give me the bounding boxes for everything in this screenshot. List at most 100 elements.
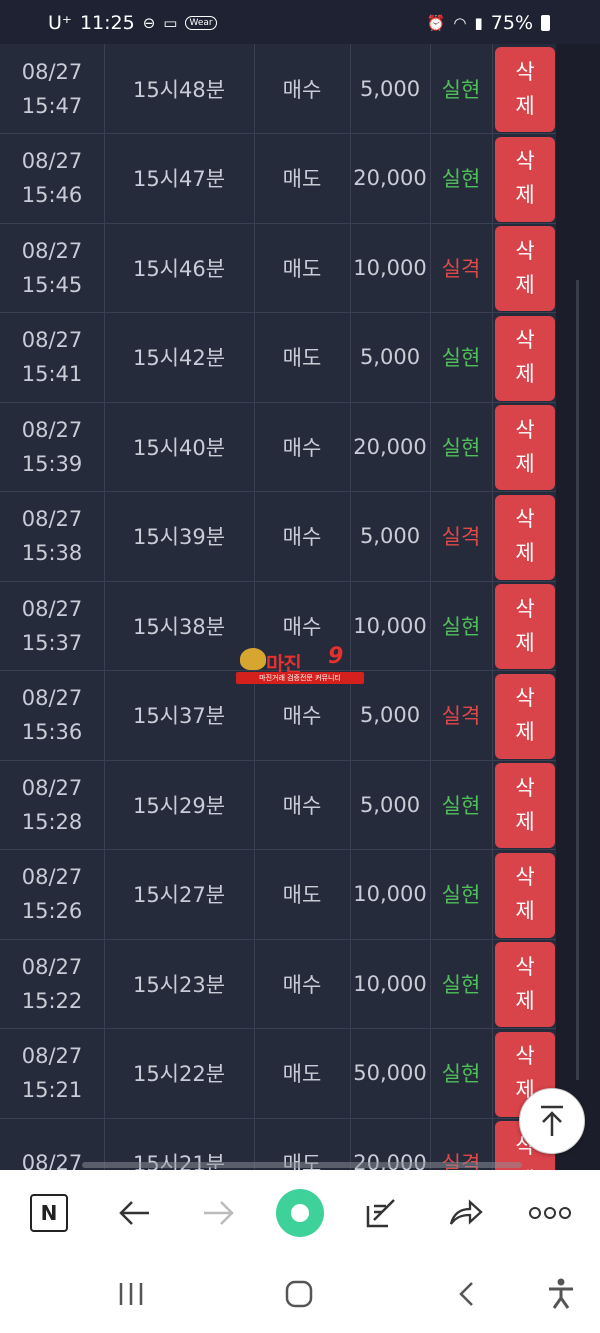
forward-arrow-icon [204,1201,234,1225]
delete-cell: 삭제 [494,134,556,223]
green-dot-button[interactable] [275,1188,325,1238]
round-time-cell: 15시46분 [132,256,226,281]
trade-type-cell: 매수 [282,435,322,460]
delete-label-bottom: 제 [515,721,535,744]
round-time-cell: 15시37분 [132,704,226,728]
clock-time-label: 15:46 [21,183,83,207]
delete-cell: 삭제 [494,671,556,760]
trade-type-cell: 매도 [282,1062,322,1086]
column-divider [492,312,493,402]
date-label: 08/27 [21,1044,83,1068]
clock-time-label: 15:22 [21,988,83,1013]
round-time-cell: 15시23분 [132,972,226,997]
trade-type-cell: 매도 [282,883,322,907]
date-label: 08/27 [21,686,83,710]
result-cell: 실현 [441,167,481,191]
amount-cell: 5,000 [359,345,421,369]
recent-apps-button[interactable] [106,1269,156,1319]
delete-button[interactable]: 삭제 [495,405,555,490]
delete-label-top: 삭 [515,1045,535,1068]
date-cell: 08/27 15:26 [0,850,104,939]
table-row: 08/27 15:21 15시22분 매도 50,000 실현 삭 제 [0,1028,556,1119]
back-button[interactable] [110,1188,160,1238]
column-divider [492,491,493,581]
amount-cell: 20,000 [353,166,427,190]
date-cell: 08/27 15:46 [0,134,104,223]
delete-label-top: 삭 [515,239,535,263]
amount-cell: 50,000 [353,1061,427,1085]
delete-button[interactable]: 삭제 [495,136,555,222]
delete-cell: 삭제 [494,850,556,939]
delete-label-top: 삭 [515,776,535,800]
column-divider [492,670,493,760]
delete-button[interactable]: 삭제 [495,315,555,401]
delete-label-bottom: 제 [515,631,535,655]
delete-button[interactable]: 삭제 [495,942,555,1027]
result-cell: 실격 [441,525,481,549]
table-row: 08/27 15:22 15시23분 매수 10,000 실현 삭 제 [0,939,556,1029]
delete-label-top: 삭 [515,597,535,621]
forward-button[interactable] [193,1188,243,1238]
round-time-cell: 15시40분 [132,435,226,460]
delete-label-top: 삭 [515,687,535,710]
date-cell: 08/27 15:21 [0,1029,104,1118]
delete-button[interactable]: 삭제 [495,494,555,580]
result-cell: 실현 [441,346,481,370]
share-button[interactable] [441,1188,491,1238]
clock-time-label: 15:28 [21,809,83,834]
delete-button[interactable]: 삭제 [495,584,555,669]
more-icon [529,1207,571,1219]
round-time-cell: 15시27분 [132,883,226,907]
date-cell: 08/27 15:41 [0,313,104,402]
status-bar: U⁺ 11:25 ⊖ ▭ Wear ⏰ ◠ ▮ 75% [0,0,600,44]
delete-label-bottom: 제 [515,989,535,1013]
delete-label-bottom: 제 [515,900,535,923]
delete-label-top: 삭 [515,508,535,531]
home-icon [285,1280,313,1308]
clock-time-label: 15:26 [21,899,83,923]
trade-type-cell: 매도 [282,256,322,281]
system-back-button[interactable] [442,1269,492,1319]
delete-label-bottom: 제 [515,273,535,297]
accessibility-button[interactable] [536,1269,586,1319]
trade-type-cell: 매수 [282,525,322,549]
column-divider [492,939,493,1028]
column-divider [492,44,493,133]
date-label: 08/27 [21,596,83,621]
back-arrow-icon [119,1201,149,1225]
arrow-up-icon [541,1105,563,1136]
watermark-logo: 마진 9 마진거래 검증전문 커뮤니티 [236,644,366,684]
tab-switch-button[interactable] [356,1188,406,1238]
clock-time-label: 15:37 [21,630,83,655]
date-label: 08/27 [21,775,83,800]
delete-label-top: 삭 [515,329,535,352]
home-button[interactable] [274,1269,324,1319]
tab-switch-icon [366,1199,395,1228]
browser-toolbar: N [0,1162,600,1255]
column-divider [492,402,493,491]
naver-n-label: N [40,1201,58,1225]
result-cell: 실현 [441,793,481,818]
scroll-to-top-button[interactable] [519,1088,585,1154]
date-label: 08/27 [21,865,83,889]
scrollbar-track[interactable] [576,280,579,1080]
result-cell: 실현 [441,883,481,907]
clock-time-label: 15:36 [21,720,83,744]
amount-cell: 10,000 [353,882,427,906]
delete-button[interactable]: 삭제 [495,47,555,132]
delete-button[interactable]: 삭제 [495,226,555,311]
trade-type-cell: 매수 [282,972,322,997]
clock-time-label: 15:41 [21,362,83,386]
signal-icon: ▮ [474,14,483,32]
date-label: 08/27 [21,507,83,531]
more-button[interactable] [525,1188,575,1238]
trade-type-cell: 매도 [282,346,322,370]
delete-cell: 삭제 [494,760,556,849]
accessibility-icon [549,1278,573,1309]
naver-home-button[interactable]: N [24,1188,74,1238]
delete-button[interactable]: 삭제 [495,673,555,759]
chevron-left-icon [459,1282,473,1306]
delete-button[interactable]: 삭제 [495,763,555,848]
delete-button[interactable]: 삭제 [495,852,555,938]
recent-apps-icon [119,1283,143,1305]
